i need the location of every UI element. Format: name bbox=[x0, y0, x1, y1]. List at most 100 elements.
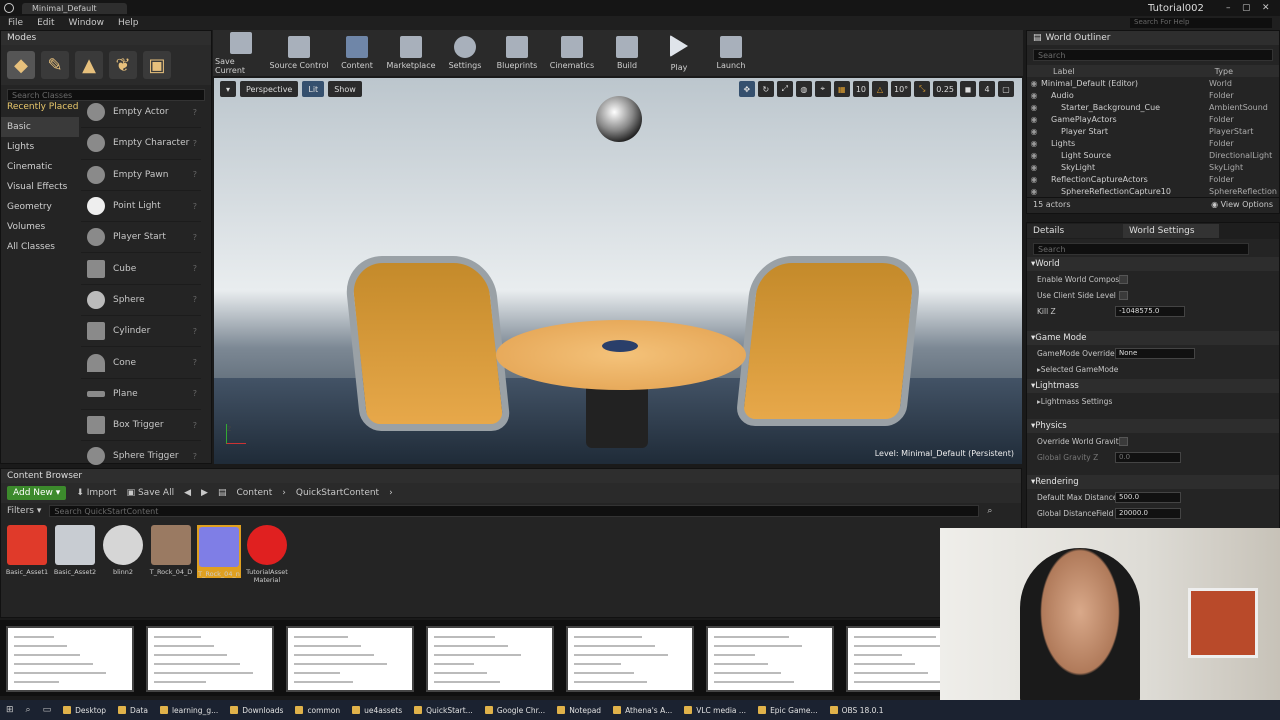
settings-button[interactable]: Settings bbox=[439, 30, 491, 76]
add-new-button[interactable]: Add New ▾ bbox=[7, 486, 67, 500]
prop-selected-gamemode[interactable]: ▸ Selected GameMode bbox=[1027, 361, 1279, 377]
list-item[interactable]: Sphere? bbox=[81, 285, 201, 317]
help-icon[interactable]: ? bbox=[193, 421, 197, 430]
list-item[interactable]: Cylinder? bbox=[81, 316, 201, 348]
cat-geometry[interactable]: Geometry bbox=[1, 197, 79, 217]
cat-basic[interactable]: Basic bbox=[1, 117, 79, 137]
breadcrumb-quickstart[interactable]: QuickStartContent bbox=[296, 488, 379, 498]
help-icon[interactable]: ? bbox=[193, 233, 197, 242]
content-button[interactable]: Content bbox=[331, 30, 383, 76]
source-control-button[interactable]: Source Control bbox=[267, 30, 331, 76]
menu-window[interactable]: Window bbox=[69, 18, 105, 28]
world-settings-tab[interactable]: World Settings bbox=[1123, 224, 1219, 238]
help-icon[interactable]: ? bbox=[193, 108, 197, 117]
window-preview[interactable] bbox=[566, 626, 694, 692]
minimize-button[interactable]: – bbox=[1226, 3, 1231, 13]
save-all-button[interactable]: ▣ Save All bbox=[127, 488, 175, 498]
cat-lights[interactable]: Lights bbox=[1, 137, 79, 157]
blueprints-button[interactable]: Blueprints bbox=[491, 30, 543, 76]
gamemode-override-select[interactable]: None bbox=[1115, 347, 1195, 359]
taskbar-item[interactable]: QuickStart... bbox=[414, 700, 473, 720]
back-arrow-icon[interactable]: ◀ bbox=[184, 488, 191, 498]
filters-button[interactable]: Filters ▾ bbox=[7, 506, 41, 516]
landscape-mode-icon[interactable]: ▲ bbox=[75, 51, 103, 79]
asset-tile[interactable]: Basic_Asset1 bbox=[5, 525, 49, 576]
help-search-input[interactable]: Search For Help bbox=[1130, 18, 1272, 28]
list-item[interactable]: Player Start? bbox=[81, 222, 201, 254]
outliner-search-input[interactable]: Search bbox=[1033, 49, 1273, 61]
geometry-mode-icon[interactable]: ▣ bbox=[143, 51, 171, 79]
list-item[interactable]: Point Light? bbox=[81, 191, 201, 223]
visibility-eye-icon[interactable]: ◉ bbox=[1027, 187, 1041, 196]
maximize-viewport-icon[interactable]: ▢ bbox=[998, 81, 1014, 97]
help-icon[interactable]: ? bbox=[193, 452, 197, 461]
perspective-button[interactable]: Perspective bbox=[240, 81, 299, 97]
translate-icon[interactable]: ✥ bbox=[738, 81, 755, 97]
section-world[interactable]: ▾ World bbox=[1027, 257, 1279, 271]
cat-recently-placed[interactable]: Recently Placed bbox=[1, 97, 79, 117]
show-button[interactable]: Show bbox=[328, 81, 362, 97]
lit-button[interactable]: Lit bbox=[302, 81, 325, 97]
taskbar-item[interactable]: Notepad bbox=[557, 700, 601, 720]
taskbar-item[interactable]: Data bbox=[118, 700, 148, 720]
outliner-row[interactable]: ◉ Minimal_Default (Editor) World bbox=[1027, 77, 1279, 89]
global-distance-field-input[interactable]: 20000.0 bbox=[1115, 507, 1181, 519]
list-item[interactable]: Empty Actor? bbox=[81, 97, 201, 129]
taskbar-item[interactable]: Epic Game... bbox=[758, 700, 818, 720]
list-item[interactable]: Cone? bbox=[81, 347, 201, 379]
visibility-eye-icon[interactable]: ◉ bbox=[1027, 91, 1041, 100]
window-preview[interactable] bbox=[6, 626, 134, 692]
content-browser-tab[interactable]: Content Browser bbox=[1, 469, 1021, 483]
grid-size-value[interactable]: 10 bbox=[852, 81, 869, 97]
modes-tab[interactable]: Modes bbox=[1, 31, 211, 45]
place-mode-icon[interactable]: ◆ bbox=[7, 51, 35, 79]
menu-file[interactable]: File bbox=[8, 18, 23, 28]
camera-speed-value[interactable]: 4 bbox=[979, 81, 995, 97]
visibility-eye-icon[interactable]: ◉ bbox=[1027, 151, 1041, 160]
section-game-mode[interactable]: ▾ Game Mode bbox=[1027, 331, 1279, 345]
level-viewport[interactable]: ▾ Perspective Lit Show ✥ ↻ ⤢ ◍ ⌖ ▦ 10 △ … bbox=[214, 78, 1022, 464]
foliage-mode-icon[interactable]: ❦ bbox=[109, 51, 137, 79]
list-item[interactable]: Empty Character? bbox=[81, 128, 201, 160]
launch-button[interactable]: Launch bbox=[705, 30, 757, 76]
help-icon[interactable]: ? bbox=[193, 358, 197, 367]
visibility-eye-icon[interactable]: ◉ bbox=[1027, 103, 1041, 112]
task-view-icon[interactable]: ▭ bbox=[43, 705, 52, 715]
window-preview[interactable] bbox=[146, 626, 274, 692]
asset-tile[interactable]: Basic_Asset2 bbox=[53, 525, 97, 576]
forward-arrow-icon[interactable]: ▶ bbox=[201, 488, 208, 498]
outliner-row[interactable]: ◉ SkyLight SkyLight bbox=[1027, 161, 1279, 173]
grid-snap-icon[interactable]: ▦ bbox=[833, 81, 850, 97]
start-icon[interactable]: ⊞ bbox=[6, 705, 14, 715]
search-icon[interactable]: ⌕ bbox=[987, 506, 992, 516]
taskbar-item[interactable]: common bbox=[295, 700, 340, 720]
visibility-eye-icon[interactable]: ◉ bbox=[1027, 79, 1041, 88]
section-physics[interactable]: ▾ Physics bbox=[1027, 419, 1279, 433]
list-item[interactable]: Box Trigger? bbox=[81, 410, 201, 442]
outliner-row[interactable]: ◉ SphereReflectionCapture10 SphereReflecti… bbox=[1027, 185, 1279, 197]
window-preview[interactable] bbox=[286, 626, 414, 692]
help-icon[interactable]: ? bbox=[193, 264, 197, 273]
world-outliner-tab[interactable]: ▤ World Outliner bbox=[1027, 31, 1279, 45]
camera-speed-icon[interactable]: ◼ bbox=[960, 81, 976, 97]
view-options-button[interactable]: ◉ View Options bbox=[1211, 200, 1273, 209]
rotation-snap-icon[interactable]: △ bbox=[872, 81, 888, 97]
section-rendering[interactable]: ▾ Rendering bbox=[1027, 475, 1279, 489]
search-icon[interactable]: ⌕ bbox=[26, 705, 31, 715]
visibility-eye-icon[interactable]: ◉ bbox=[1027, 163, 1041, 172]
override-gravity-checkbox[interactable] bbox=[1119, 436, 1128, 446]
outliner-row[interactable]: ◉ ReflectionCaptureActors Folder bbox=[1027, 173, 1279, 185]
import-button[interactable]: ⬇ Import bbox=[76, 488, 116, 498]
cat-volumes[interactable]: Volumes bbox=[1, 217, 79, 237]
kill-z-input[interactable]: -1048575.0 bbox=[1115, 305, 1185, 317]
visibility-eye-icon[interactable]: ◉ bbox=[1027, 139, 1041, 148]
help-icon[interactable]: ? bbox=[193, 327, 197, 336]
play-button[interactable]: Play bbox=[653, 30, 705, 76]
help-icon[interactable]: ? bbox=[193, 389, 197, 398]
help-icon[interactable]: ? bbox=[193, 295, 197, 304]
help-icon[interactable]: ? bbox=[193, 202, 197, 211]
scale-snap-value[interactable]: 0.25 bbox=[933, 81, 957, 97]
list-item[interactable]: Cube? bbox=[81, 253, 201, 285]
outliner-row[interactable]: ◉ GamePlayActors Folder bbox=[1027, 113, 1279, 125]
cat-visual-effects[interactable]: Visual Effects bbox=[1, 177, 79, 197]
